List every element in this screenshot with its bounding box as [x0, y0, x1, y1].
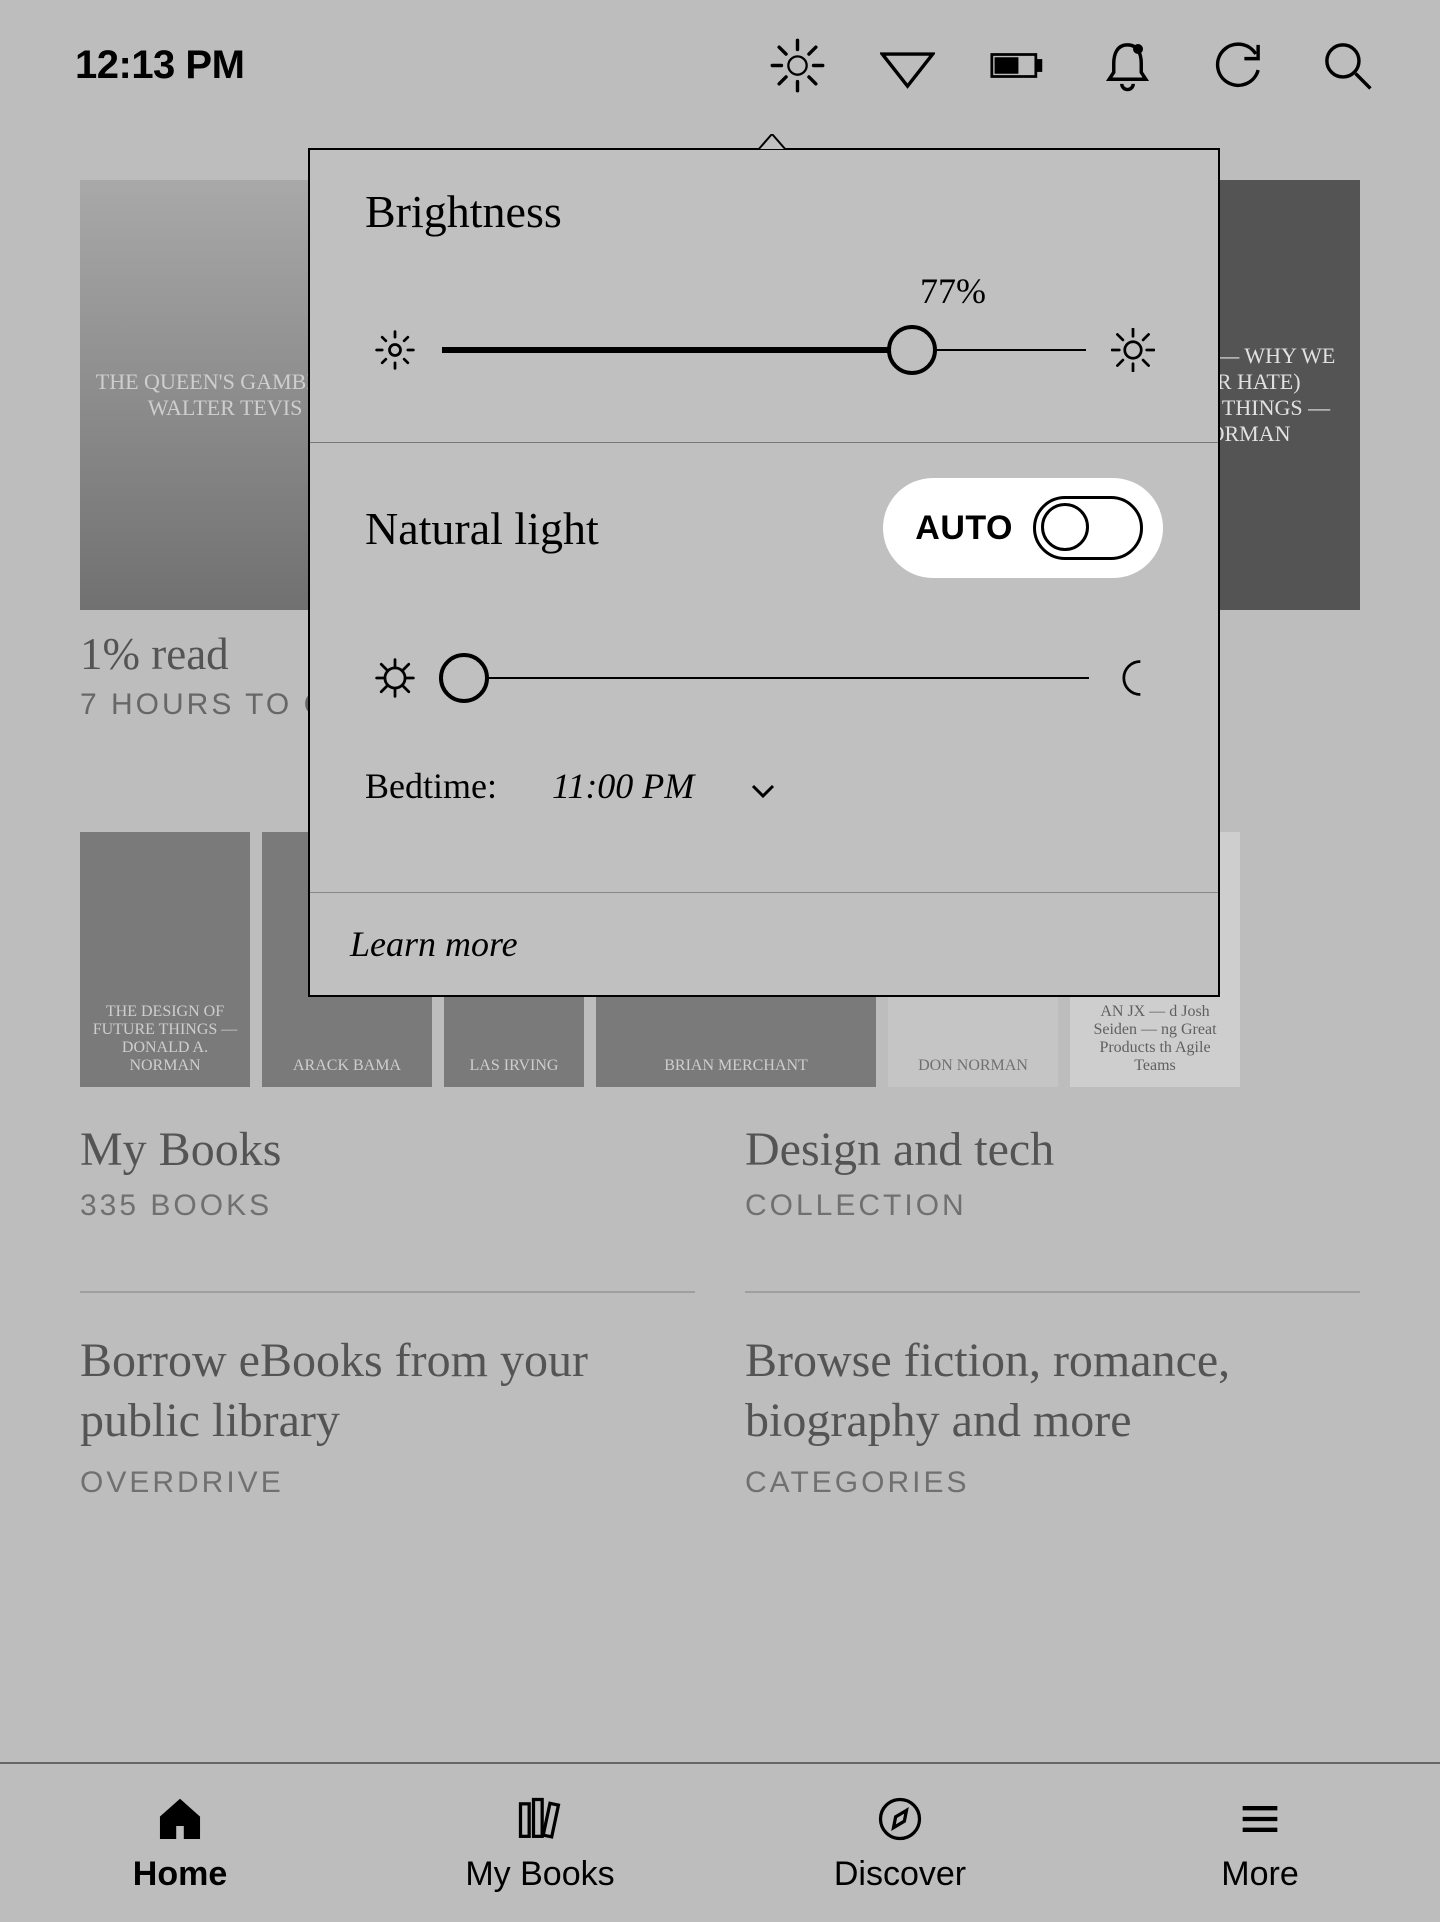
popup-pointer-icon	[758, 134, 786, 150]
natural-light-slider-thumb[interactable]	[439, 653, 489, 703]
overdrive-title: Borrow eBooks from your public library	[80, 1331, 695, 1451]
chevron-down-icon	[749, 772, 777, 800]
categories-title: Browse fiction, romance, biography and m…	[745, 1331, 1360, 1451]
learn-more-link[interactable]: Learn more	[310, 892, 1218, 995]
sun-small-icon	[373, 328, 417, 372]
auto-label: AUTO	[915, 509, 1013, 548]
collection-panel[interactable]: Design and tech COLLECTION Browse fictio…	[745, 1122, 1360, 1500]
bedtime-row[interactable]: Bedtime: 11:00 PM	[365, 765, 1163, 807]
status-bar: 12:13 PM	[0, 0, 1440, 130]
notification-dot-icon	[1133, 44, 1143, 54]
sync-icon[interactable]	[1210, 38, 1265, 93]
nav-mybooks-label: My Books	[465, 1855, 614, 1894]
nav-more-label: More	[1221, 1855, 1298, 1894]
moon-icon	[1111, 656, 1155, 700]
bottom-nav: Home My Books Discover More	[0, 1762, 1440, 1922]
home-icon	[154, 1793, 206, 1845]
natural-light-slider[interactable]	[365, 656, 1163, 700]
collection-title: Design and tech	[745, 1122, 1360, 1177]
divider	[745, 1291, 1360, 1293]
my-books-subtitle: 335 BOOKS	[80, 1189, 695, 1223]
search-icon[interactable]	[1320, 38, 1375, 93]
overdrive-subtitle: OVERDRIVE	[80, 1466, 695, 1500]
bedtime-label: Bedtime:	[365, 765, 497, 807]
brightness-slider-thumb[interactable]	[887, 325, 937, 375]
auto-toggle[interactable]	[1033, 496, 1143, 560]
wifi-icon[interactable]	[880, 38, 935, 93]
bedtime-value: 11:00 PM	[552, 765, 694, 807]
nav-mybooks[interactable]: My Books	[360, 1764, 720, 1922]
bell-icon[interactable]	[1100, 38, 1155, 93]
nav-home-label: Home	[133, 1855, 227, 1894]
brightness-popup: Brightness 77% Natural light AUTO	[308, 148, 1220, 997]
nav-discover[interactable]: Discover	[720, 1764, 1080, 1922]
toggle-knob-icon	[1041, 503, 1089, 551]
overdrive-link[interactable]: Borrow eBooks from your public library O…	[80, 1331, 695, 1500]
my-books-title: My Books	[80, 1122, 695, 1177]
brightness-icon[interactable]	[770, 38, 825, 93]
categories-link[interactable]: Browse fiction, romance, biography and m…	[745, 1331, 1360, 1500]
book-cover[interactable]: THE DESIGN OF FUTURE THINGS — DONALD A. …	[80, 832, 250, 1087]
divider	[310, 442, 1218, 443]
natural-light-title: Natural light	[365, 502, 599, 555]
sun-large-icon	[1111, 328, 1155, 372]
nav-discover-label: Discover	[834, 1855, 966, 1894]
categories-subtitle: CATEGORIES	[745, 1466, 1360, 1500]
menu-icon	[1234, 1793, 1286, 1845]
compass-icon	[874, 1793, 926, 1845]
sun-outline-icon	[373, 656, 417, 700]
brightness-percent-label: 77%	[920, 270, 986, 312]
collection-subtitle: COLLECTION	[745, 1189, 1360, 1223]
my-books-panel[interactable]: My Books 335 BOOKS Borrow eBooks from yo…	[80, 1122, 695, 1500]
auto-toggle-chip: AUTO	[883, 478, 1163, 578]
status-tray	[770, 38, 1375, 93]
divider	[80, 1291, 695, 1293]
clock: 12:13 PM	[75, 43, 244, 88]
brightness-slider[interactable]	[365, 328, 1163, 372]
brightness-title: Brightness	[365, 185, 1163, 238]
books-icon	[514, 1793, 566, 1845]
nav-home[interactable]: Home	[0, 1764, 360, 1922]
battery-icon[interactable]	[990, 38, 1045, 93]
nav-more[interactable]: More	[1080, 1764, 1440, 1922]
